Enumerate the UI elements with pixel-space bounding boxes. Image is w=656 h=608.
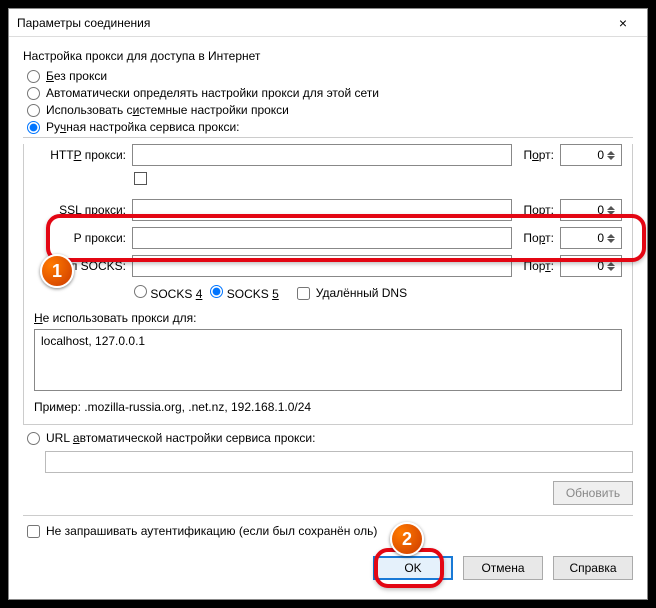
radio-url-auto[interactable]: URL автоматической настройки сервиса про… <box>27 431 633 445</box>
dialog-content: Настройка прокси для доступа в Интернет … <box>9 37 647 556</box>
manual-proxy-group: HTTP прокси: Порт: 0 SSL прокси: Порт: <box>23 144 633 425</box>
radio-manual-proxy[interactable]: Ручная настройка сервиса прокси: <box>27 120 633 134</box>
http-port-input[interactable]: 0 <box>560 144 622 166</box>
radio-system-proxy[interactable]: Использовать системные настройки прокси <box>27 103 633 117</box>
separator <box>23 515 633 516</box>
http-proxy-label: HTTP прокси: <box>34 148 126 162</box>
window-title: Параметры соединения <box>17 16 603 30</box>
spinner-icon[interactable] <box>607 206 619 215</box>
radio-no-proxy-label: Без прокси <box>46 69 107 83</box>
radio-manual-proxy-label: Ручная настройка сервиса прокси: <box>46 120 239 134</box>
refresh-button: Обновить <box>553 481 633 505</box>
noproxy-label: Не использовать прокси для: <box>34 311 622 325</box>
noproxy-example: Пример: .mozilla-russia.org, .net.nz, 19… <box>34 400 622 414</box>
ftp-proxy-input[interactable] <box>132 227 512 249</box>
ftp-port-label: Порт: <box>518 231 554 245</box>
ssl-proxy-input[interactable] <box>132 199 512 221</box>
auth-checkbox-label: Не запрашивать аутентификацию (если был … <box>46 524 377 538</box>
socks-proxy-input[interactable] <box>132 255 512 277</box>
socks-proxy-row: Узел SOCKS: Порт: 0 <box>34 255 622 277</box>
radio-socks5[interactable]: SOCKS 5 <box>210 285 278 301</box>
dialog-button-row: OK Отмена Справка <box>9 556 647 594</box>
close-icon[interactable]: × <box>603 10 643 36</box>
ok-button[interactable]: OK <box>373 556 453 580</box>
help-button[interactable]: Справка <box>553 556 633 580</box>
spinner-icon[interactable] <box>607 151 619 160</box>
radio-socks4[interactable]: SOCKS 4 <box>134 285 202 301</box>
ssl-port-label: Порт: <box>518 203 554 217</box>
remote-dns-label: Удалённый DNS <box>316 286 407 300</box>
radio-url-auto-label: URL автоматической настройки сервиса про… <box>46 431 315 445</box>
same-proxy-checkbox-row[interactable] <box>134 172 622 185</box>
http-proxy-row: HTTP прокси: Порт: 0 <box>34 144 622 166</box>
noproxy-textarea[interactable] <box>34 329 622 391</box>
titlebar: Параметры соединения × <box>9 9 647 37</box>
ssl-proxy-label: SSL прокси: <box>34 203 126 217</box>
radio-auto-detect-label: Автоматически определять настройки прокс… <box>46 86 379 100</box>
socks-port-input[interactable]: 0 <box>560 255 622 277</box>
radio-auto-detect[interactable]: Автоматически определять настройки прокс… <box>27 86 633 100</box>
url-auto-input[interactable] <box>45 451 633 473</box>
radio-system-proxy-label: Использовать системные настройки прокси <box>46 103 289 117</box>
spinner-icon[interactable] <box>607 234 619 243</box>
ssl-proxy-row: SSL прокси: Порт: 0 <box>34 199 622 221</box>
radio-no-proxy[interactable]: Без прокси <box>27 69 633 83</box>
http-proxy-input[interactable] <box>132 144 512 166</box>
socks-version-row: SOCKS 4 SOCKS 5 Удалённый DNS <box>134 285 622 301</box>
group-legend: Настройка прокси для доступа в Интернет <box>23 49 633 63</box>
socks-port-label: Порт: <box>518 259 554 273</box>
cancel-button[interactable]: Отмена <box>463 556 543 580</box>
checkbox-icon[interactable] <box>134 172 147 185</box>
dialog-window: Параметры соединения × Настройка прокси … <box>8 8 648 600</box>
http-port-label: Порт: <box>518 148 554 162</box>
socks-node-label: Узел SOCKS: <box>34 259 126 273</box>
remote-dns-checkbox[interactable]: Удалённый DNS <box>297 286 407 300</box>
ftp-port-input[interactable]: 0 <box>560 227 622 249</box>
ssl-port-input[interactable]: 0 <box>560 199 622 221</box>
spinner-icon[interactable] <box>607 262 619 271</box>
ftp-proxy-row: P прокси: Порт: 0 <box>34 227 622 249</box>
auth-checkbox[interactable]: Не запрашивать аутентификацию (если был … <box>27 524 633 538</box>
ftp-proxy-label: P прокси: <box>34 231 126 245</box>
